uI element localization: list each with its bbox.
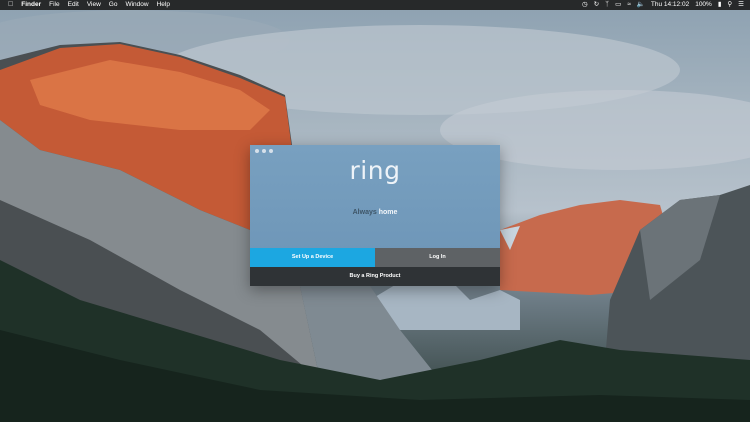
ring-logo: ring bbox=[349, 156, 401, 185]
menu-finder[interactable]: Finder bbox=[21, 0, 41, 10]
primary-actions: Set Up a Device Log In bbox=[250, 248, 500, 267]
menu-bar:  Finder File Edit View Go Window Help ◷… bbox=[0, 0, 750, 10]
time-machine-icon[interactable]: ◷ bbox=[582, 0, 588, 10]
tagline-always: Always bbox=[352, 209, 377, 216]
close-icon[interactable] bbox=[255, 149, 259, 153]
search-icon[interactable]: ⚲ bbox=[727, 0, 732, 10]
window-controls bbox=[255, 149, 276, 153]
status-tray: ◷ ↻ ᛉ ▭ ≈ 🔈 Thu 14:12:02 100% ▮ ⚲ ☰ bbox=[576, 0, 744, 10]
menu-window[interactable]: Window bbox=[125, 0, 148, 10]
menu-edit[interactable]: Edit bbox=[68, 0, 79, 10]
menu-go[interactable]: Go bbox=[109, 0, 118, 10]
battery-percent[interactable]: 100% bbox=[695, 0, 712, 10]
menu-view[interactable]: View bbox=[87, 0, 101, 10]
wifi-icon[interactable]: ≈ bbox=[627, 0, 631, 10]
apple-icon[interactable]:  bbox=[8, 0, 13, 10]
menu-help[interactable]: Help bbox=[157, 0, 170, 10]
battery-icon[interactable]: ▮ bbox=[718, 0, 722, 10]
log-in-button[interactable]: Log In bbox=[375, 248, 500, 267]
clock[interactable]: Thu 14:12:02 bbox=[651, 0, 689, 10]
minimize-icon[interactable] bbox=[262, 149, 266, 153]
sync-icon[interactable]: ↻ bbox=[594, 0, 599, 10]
tagline: Always home bbox=[250, 209, 500, 216]
volume-icon[interactable]: 🔈 bbox=[637, 0, 645, 10]
setup-device-button[interactable]: Set Up a Device bbox=[250, 248, 375, 267]
notifications-icon[interactable]: ☰ bbox=[738, 0, 744, 10]
tagline-home: home bbox=[378, 209, 398, 216]
ring-app-window: ring Always home Set Up a Device Log In … bbox=[250, 145, 500, 286]
bluetooth-icon[interactable]: ᛉ bbox=[605, 0, 609, 10]
zoom-icon[interactable] bbox=[269, 149, 273, 153]
menu-file[interactable]: File bbox=[49, 0, 59, 10]
buy-ring-product-button[interactable]: Buy a Ring Product bbox=[250, 267, 500, 286]
airplay-icon[interactable]: ▭ bbox=[615, 0, 621, 10]
